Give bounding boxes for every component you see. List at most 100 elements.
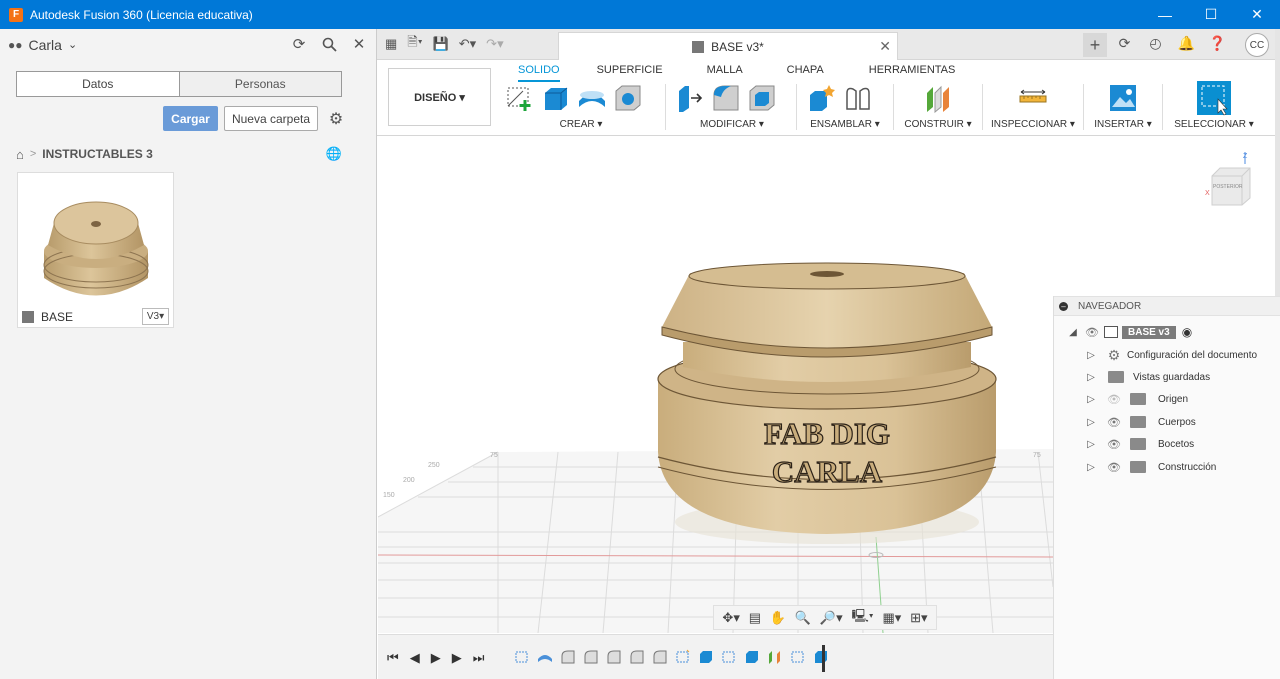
navigator-root[interactable]: ◢ 👁 BASE v3 ◉ bbox=[1068, 323, 1192, 341]
collapsed-triangle-icon[interactable]: ▷ bbox=[1086, 350, 1096, 361]
collapsed-triangle-icon[interactable]: ▷ bbox=[1086, 417, 1096, 428]
go-to-start-icon[interactable]: ⏮ bbox=[387, 650, 399, 666]
measure-icon[interactable] bbox=[1018, 83, 1048, 113]
group-modificar-label[interactable]: MODIFICAR ▾ bbox=[675, 119, 789, 130]
timeline-extrude-icon[interactable] bbox=[744, 649, 760, 665]
extrude-icon[interactable] bbox=[541, 83, 571, 113]
select-icon[interactable] bbox=[1196, 80, 1232, 116]
search-icon[interactable] bbox=[320, 35, 338, 53]
gear-icon[interactable]: ⚙ bbox=[327, 110, 345, 128]
expanded-triangle-icon[interactable]: ◢ bbox=[1068, 327, 1078, 338]
revolve-icon[interactable] bbox=[577, 83, 607, 113]
group-construir-label[interactable]: CONSTRUIR ▾ bbox=[902, 119, 974, 130]
orbit-icon[interactable]: ✥▾ bbox=[722, 610, 739, 626]
viewcube[interactable]: Z POSTERIOR X bbox=[1204, 150, 1254, 210]
joint-icon[interactable] bbox=[843, 83, 873, 113]
eye-icon[interactable]: 👁 bbox=[1106, 461, 1122, 474]
look-at-icon[interactable]: ▤ bbox=[749, 610, 761, 626]
press-pull-icon[interactable] bbox=[675, 83, 705, 113]
save-icon[interactable]: 💾 bbox=[433, 35, 449, 53]
file-menu-icon[interactable]: 🗎▾ bbox=[407, 34, 422, 53]
timeline-sketch-icon[interactable] bbox=[721, 649, 737, 665]
team-selector[interactable]: ●● Carla ⌄ bbox=[8, 37, 77, 53]
nav-node-config[interactable]: ▷ ⚙ Configuración del documento bbox=[1086, 346, 1257, 364]
tab-datos[interactable]: Datos bbox=[17, 72, 180, 96]
group-crear-label[interactable]: CREAR ▾ bbox=[505, 119, 657, 130]
timeline-marker[interactable] bbox=[822, 645, 825, 672]
timeline-fillet-icon[interactable] bbox=[560, 649, 576, 665]
tab-personas[interactable]: Personas bbox=[179, 72, 341, 96]
apps-grid-icon[interactable]: ▦ bbox=[385, 35, 397, 53]
create-sketch-icon[interactable] bbox=[505, 83, 535, 113]
workspace-switcher[interactable]: DISEÑO ▾ bbox=[388, 68, 491, 126]
new-folder-button[interactable]: Nueva carpeta bbox=[224, 106, 318, 131]
fit-icon[interactable]: 🔎▾ bbox=[820, 610, 843, 626]
activate-radio-icon[interactable]: ◉ bbox=[1182, 325, 1192, 339]
tab-superficie[interactable]: SUPERFICIE bbox=[597, 64, 663, 82]
tab-solido[interactable]: SOLIDO bbox=[518, 64, 560, 82]
user-avatar[interactable]: CC bbox=[1245, 33, 1269, 57]
upload-button[interactable]: Cargar bbox=[163, 106, 218, 131]
timeline-extrude-icon[interactable] bbox=[813, 649, 829, 665]
collapsed-triangle-icon[interactable]: ▷ bbox=[1086, 439, 1096, 450]
home-icon[interactable]: ⌂ bbox=[16, 147, 24, 162]
group-inspeccionar-label[interactable]: INSPECCIONAR ▾ bbox=[991, 119, 1075, 130]
undo-icon[interactable]: ↶▾ bbox=[459, 35, 476, 53]
offset-plane-icon[interactable] bbox=[923, 83, 953, 113]
group-ensamblar-label[interactable]: ENSAMBLAR ▾ bbox=[807, 119, 883, 130]
timeline-sketch-icon[interactable] bbox=[790, 649, 806, 665]
eye-icon[interactable]: 👁 bbox=[1106, 438, 1122, 451]
go-to-end-icon[interactable]: ⏭ bbox=[473, 650, 485, 666]
timeline-fillet-icon[interactable] bbox=[629, 649, 645, 665]
extensions-icon[interactable]: ⟳ bbox=[1115, 34, 1134, 53]
shell-icon[interactable] bbox=[747, 83, 777, 113]
timeline-fillet-icon[interactable] bbox=[652, 649, 668, 665]
maximize-button[interactable]: ☐ bbox=[1188, 0, 1234, 29]
timeline-fillet-icon[interactable] bbox=[583, 649, 599, 665]
close-window-button[interactable]: ✕ bbox=[1234, 0, 1280, 29]
nav-node-origin[interactable]: ▷ 👁 Origen bbox=[1086, 390, 1188, 408]
step-forward-icon[interactable]: ▶​ bbox=[452, 650, 462, 666]
design-card[interactable]: BASE V3▾ bbox=[17, 172, 174, 328]
notifications-bell-icon[interactable]: 🔔 bbox=[1177, 34, 1196, 53]
tab-herramientas[interactable]: HERRAMIENTAS bbox=[869, 64, 956, 82]
insert-image-icon[interactable] bbox=[1108, 83, 1138, 113]
hole-icon[interactable] bbox=[613, 83, 643, 113]
timeline-extrude-icon[interactable] bbox=[698, 649, 714, 665]
eye-icon[interactable]: 👁 bbox=[1084, 326, 1100, 339]
close-tab-icon[interactable]: ✕ bbox=[879, 38, 891, 55]
collapsed-triangle-icon[interactable]: ▷ bbox=[1086, 394, 1096, 405]
close-panel-icon[interactable]: ✕ bbox=[350, 35, 368, 53]
viewports-icon[interactable]: ⊞▾ bbox=[910, 610, 927, 626]
group-seleccionar-label[interactable]: SELECCIONAR ▾ bbox=[1172, 119, 1256, 130]
timeline-plane-icon[interactable] bbox=[767, 649, 783, 665]
nav-node-sketches[interactable]: ▷ 👁 Bocetos bbox=[1086, 435, 1194, 453]
timeline-fillet-icon[interactable] bbox=[606, 649, 622, 665]
globe-icon[interactable]: 🌐 bbox=[326, 146, 342, 162]
refresh-icon[interactable]: ⟳ bbox=[290, 35, 308, 53]
version-dropdown[interactable]: V3▾ bbox=[142, 308, 169, 325]
breadcrumb-folder[interactable]: INSTRUCTABLES 3 bbox=[42, 147, 152, 161]
zoom-icon[interactable]: 🔍 bbox=[795, 610, 811, 626]
redo-icon[interactable]: ↷▾ bbox=[486, 35, 503, 53]
job-status-icon[interactable]: ◴ bbox=[1146, 34, 1165, 53]
step-back-icon[interactable]: ◀​ bbox=[410, 650, 420, 666]
grid-settings-icon[interactable]: ▦▾ bbox=[882, 610, 901, 626]
collapse-icon[interactable]: – bbox=[1059, 301, 1068, 311]
pan-hand-icon[interactable]: ✋ bbox=[770, 610, 786, 626]
fillet-icon[interactable] bbox=[711, 83, 741, 113]
nav-node-views[interactable]: ▷ Vistas guardadas bbox=[1086, 368, 1210, 386]
3d-model-base[interactable]: FAB DIG CARLA bbox=[657, 262, 997, 544]
tab-malla[interactable]: MALLA bbox=[707, 64, 743, 82]
timeline-sketch-icon[interactable] bbox=[675, 649, 691, 665]
nav-node-construction[interactable]: ▷ 👁 Construcción bbox=[1086, 458, 1216, 476]
timeline-sketch-icon[interactable] bbox=[514, 649, 530, 665]
group-insertar-label[interactable]: INSERTAR ▾ bbox=[1091, 119, 1155, 130]
collapsed-triangle-icon[interactable]: ▷ bbox=[1086, 462, 1096, 473]
collapsed-triangle-icon[interactable]: ▷ bbox=[1086, 372, 1096, 383]
new-tab-button[interactable]: + bbox=[1083, 33, 1107, 57]
display-settings-icon[interactable]: 🖳▾ bbox=[851, 607, 873, 629]
minimize-button[interactable]: — bbox=[1142, 0, 1188, 29]
document-tab[interactable]: BASE v3* ✕ bbox=[558, 32, 898, 60]
timeline-revolve-icon[interactable] bbox=[537, 649, 553, 665]
